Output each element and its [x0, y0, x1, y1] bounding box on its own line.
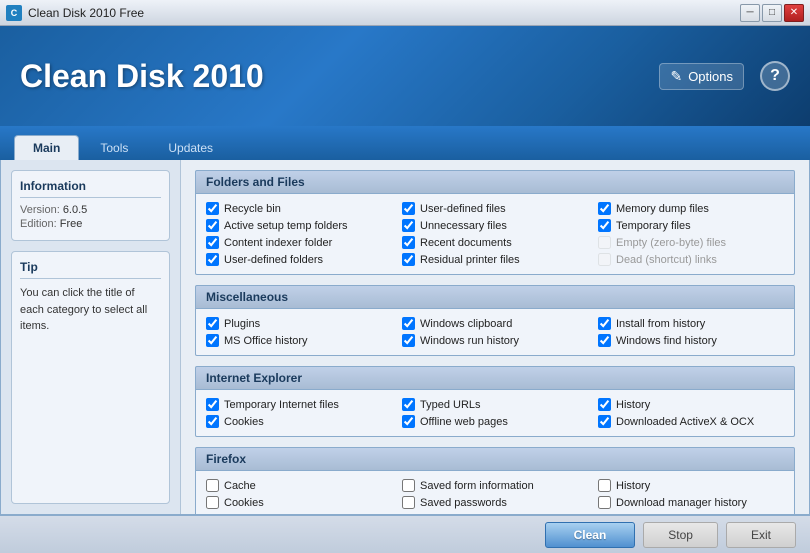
item-user-defined-files[interactable]: User-defined files [402, 202, 588, 215]
item-user-defined-folders[interactable]: User-defined folders [206, 253, 392, 266]
section-header-ie[interactable]: Internet Explorer [195, 366, 795, 390]
tabs-bar: Main Tools Updates [0, 126, 810, 160]
item-cache-ff[interactable]: Cache [206, 479, 392, 492]
version-label: Version: [20, 204, 63, 216]
item-recent-documents[interactable]: Recent documents [402, 236, 588, 249]
section-header-misc[interactable]: Miscellaneous [195, 285, 795, 309]
item-dead-shortcut[interactable]: Dead (shortcut) links [598, 253, 784, 266]
edition-value: Free [60, 218, 83, 230]
info-box: Information Version: 6.0.5 Edition: Free [11, 170, 170, 241]
item-memory-dump-files[interactable]: Memory dump files [598, 202, 784, 215]
item-history-ff[interactable]: History [598, 479, 784, 492]
tab-main[interactable]: Main [14, 135, 79, 160]
section-body-folders-files: Recycle bin User-defined files Memory du… [195, 194, 795, 275]
item-content-indexer[interactable]: Content indexer folder [206, 236, 392, 249]
item-residual-printer[interactable]: Residual printer files [402, 253, 588, 266]
edition-label: Edition: [20, 218, 60, 230]
title-bar-buttons: ─ □ ✕ [740, 4, 804, 22]
title-bar-text: Clean Disk 2010 Free [28, 6, 144, 20]
item-recycle-bin[interactable]: Recycle bin [206, 202, 392, 215]
options-icon: ✎ [670, 68, 682, 85]
version-row: Version: 6.0.5 [20, 204, 161, 216]
content-area: Folders and Files Recycle bin User-defin… [181, 160, 809, 514]
tab-tools[interactable]: Tools [81, 135, 147, 160]
item-windows-find-history[interactable]: Windows find history [598, 334, 784, 347]
item-temporary-files[interactable]: Temporary files [598, 219, 784, 232]
sidebar: Information Version: 6.0.5 Edition: Free… [1, 160, 181, 514]
item-cookies-ff[interactable]: Cookies [206, 496, 392, 509]
main-area: Information Version: 6.0.5 Edition: Free… [0, 160, 810, 515]
section-body-firefox: Cache Saved form information History Coo… [195, 471, 795, 514]
section-header-firefox[interactable]: Firefox [195, 447, 795, 471]
app-header: Clean Disk 2010 ✎ Options ? [0, 26, 810, 126]
section-header-folders-files[interactable]: Folders and Files [195, 170, 795, 194]
section-miscellaneous: Miscellaneous Plugins Windows clipboard … [195, 285, 795, 356]
section-ie: Internet Explorer Temporary Internet fil… [195, 366, 795, 437]
item-history-ie[interactable]: History [598, 398, 784, 411]
item-active-setup[interactable]: Active setup temp folders [206, 219, 392, 232]
item-download-manager[interactable]: Download manager history [598, 496, 784, 509]
item-downloaded-activex[interactable]: Downloaded ActiveX & OCX [598, 415, 784, 428]
exit-button[interactable]: Exit [726, 522, 796, 548]
item-offline-web[interactable]: Offline web pages [402, 415, 588, 428]
tip-box: Tip You can click the title of each cate… [11, 251, 170, 504]
item-temp-internet-files[interactable]: Temporary Internet files [206, 398, 392, 411]
item-windows-clipboard[interactable]: Windows clipboard [402, 317, 588, 330]
tab-updates[interactable]: Updates [149, 135, 232, 160]
help-button[interactable]: ? [760, 61, 790, 91]
title-bar-left: C Clean Disk 2010 Free [6, 5, 144, 21]
clean-button[interactable]: Clean [545, 522, 636, 548]
options-label: Options [688, 69, 733, 84]
options-button[interactable]: ✎ Options [659, 63, 744, 90]
item-install-from-history[interactable]: Install from history [598, 317, 784, 330]
item-plugins[interactable]: Plugins [206, 317, 392, 330]
app-title: Clean Disk 2010 [20, 58, 264, 95]
section-body-misc: Plugins Windows clipboard Install from h… [195, 309, 795, 356]
item-cookies-ie[interactable]: Cookies [206, 415, 392, 428]
app-icon: C [6, 5, 22, 21]
header-right: ✎ Options ? [659, 61, 790, 91]
title-bar: C Clean Disk 2010 Free ─ □ ✕ [0, 0, 810, 26]
item-saved-passwords[interactable]: Saved passwords [402, 496, 588, 509]
item-windows-run-history[interactable]: Windows run history [402, 334, 588, 347]
stop-button[interactable]: Stop [643, 522, 718, 548]
maximize-button[interactable]: □ [762, 4, 782, 22]
bottom-bar: Clean Stop Exit [0, 515, 810, 553]
version-value: 6.0.5 [63, 204, 87, 216]
section-firefox: Firefox Cache Saved form information His… [195, 447, 795, 514]
item-ms-office-history[interactable]: MS Office history [206, 334, 392, 347]
section-folders-files: Folders and Files Recycle bin User-defin… [195, 170, 795, 275]
info-title: Information [20, 179, 161, 198]
item-empty-zero-byte[interactable]: Empty (zero-byte) files [598, 236, 784, 249]
item-saved-form-info[interactable]: Saved form information [402, 479, 588, 492]
edition-row: Edition: Free [20, 218, 161, 230]
close-button[interactable]: ✕ [784, 4, 804, 22]
section-body-ie: Temporary Internet files Typed URLs Hist… [195, 390, 795, 437]
item-unnecessary-files[interactable]: Unnecessary files [402, 219, 588, 232]
item-typed-urls[interactable]: Typed URLs [402, 398, 588, 411]
tip-title: Tip [20, 260, 161, 279]
tip-text: You can click the title of each category… [20, 285, 161, 335]
minimize-button[interactable]: ─ [740, 4, 760, 22]
